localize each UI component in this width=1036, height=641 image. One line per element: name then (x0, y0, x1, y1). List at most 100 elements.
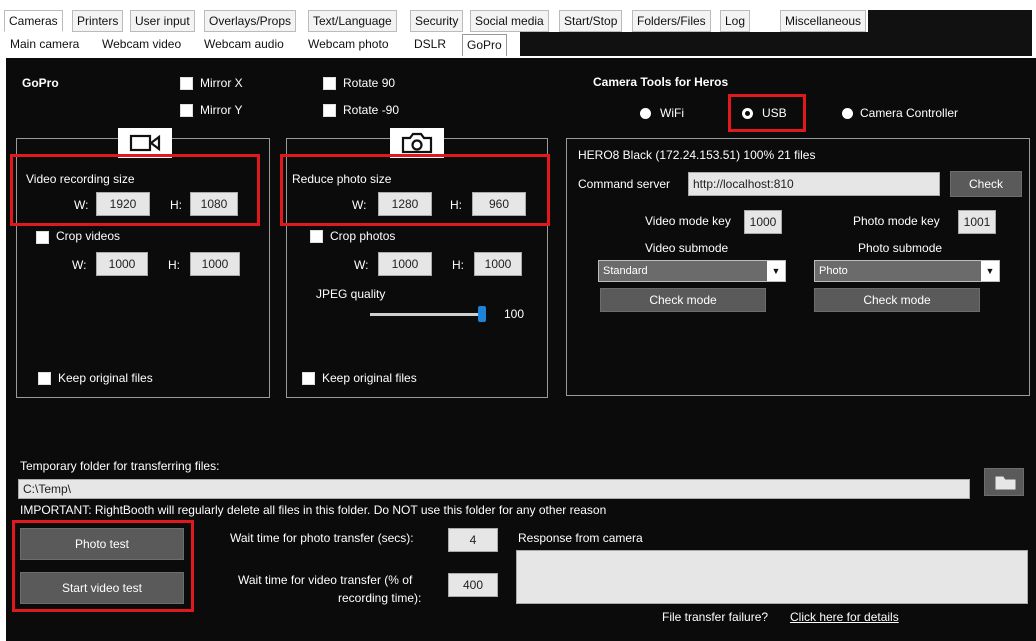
keep-video-files-label: Keep original files (58, 371, 153, 385)
wait-video-label-2: recording time): (338, 591, 422, 605)
tab-webcam-video[interactable]: Webcam video (98, 34, 186, 56)
photo-mode-key-input[interactable]: 1001 (958, 210, 996, 234)
camera-status: HERO8 Black (172.24.153.51) 100% 21 file… (578, 148, 816, 162)
rotate-minus-90-label: Rotate -90 (343, 103, 400, 117)
top-tab-bar: Cameras Printers User input Overlays/Pro… (0, 8, 1036, 32)
command-server-input[interactable]: http://localhost:810 (688, 172, 940, 196)
tab-gopro[interactable]: GoPro (462, 34, 507, 56)
jpeg-quality-label: JPEG quality (316, 287, 386, 301)
temp-folder-label: Temporary folder for transferring files: (20, 459, 220, 473)
photo-height-label: H: (450, 198, 462, 212)
video-height-input[interactable]: 1080 (190, 192, 238, 216)
tab-webcam-audio[interactable]: Webcam audio (200, 34, 288, 56)
tab-webcam-photo[interactable]: Webcam photo (304, 34, 393, 56)
wait-photo-input[interactable]: 4 (448, 528, 498, 552)
jpeg-quality-slider[interactable] (370, 313, 484, 316)
wait-video-label-1: Wait time for video transfer (% of (238, 573, 413, 587)
jpeg-quality-value: 100 (504, 307, 525, 321)
crop-photo-height-input[interactable]: 1000 (474, 252, 522, 276)
jpeg-quality-slider-thumb[interactable] (478, 306, 486, 322)
tab-text-language[interactable]: Text/Language (308, 10, 397, 32)
rotate-minus-90-checkbox[interactable] (323, 104, 336, 117)
video-height-label: H: (170, 198, 182, 212)
mirror-x-checkbox[interactable] (180, 77, 193, 90)
response-label: Response from camera (518, 531, 643, 545)
keep-photo-files-label: Keep original files (322, 371, 417, 385)
crop-videos-checkbox[interactable] (36, 231, 49, 244)
tab-bar-filler (868, 10, 1032, 32)
tab-log[interactable]: Log (720, 10, 751, 32)
response-output (516, 550, 1028, 604)
camera-tools-title: Camera Tools for Heros (593, 75, 729, 89)
photo-submode-select[interactable]: Photo ▼ (814, 260, 1000, 282)
wait-video-input[interactable]: 400 (448, 573, 498, 597)
tab-printers[interactable]: Printers (72, 10, 124, 32)
tab-folders-files[interactable]: Folders/Files (632, 10, 711, 32)
usb-label: USB (762, 106, 787, 120)
mirror-y-checkbox[interactable] (180, 104, 193, 117)
mirror-y-label: Mirror Y (200, 103, 243, 117)
video-submode-label: Video submode (645, 241, 729, 255)
keep-photo-files-checkbox[interactable] (302, 372, 315, 385)
wifi-radio[interactable] (640, 108, 651, 119)
tab-main-camera[interactable]: Main camera (6, 34, 84, 56)
tab-cameras[interactable]: Cameras (4, 10, 63, 32)
rotate-90-checkbox[interactable] (323, 77, 336, 90)
wait-photo-label: Wait time for photo transfer (secs): (230, 531, 414, 545)
tab-social-media[interactable]: Social media (470, 10, 549, 32)
photo-height-input[interactable]: 960 (472, 192, 526, 216)
photo-width-input[interactable]: 1280 (378, 192, 432, 216)
camera-controller-label: Camera Controller (860, 106, 959, 120)
rotate-90-label: Rotate 90 (343, 76, 396, 90)
photo-width-label: W: (352, 198, 367, 212)
crop-video-height-label: H: (168, 258, 180, 272)
video-check-mode-button[interactable]: Check mode (600, 288, 766, 312)
file-transfer-failure-text: File transfer failure? (662, 610, 769, 624)
photo-test-button[interactable]: Photo test (20, 528, 184, 560)
video-width-label: W: (74, 198, 89, 212)
tab-security[interactable]: Security (410, 10, 464, 32)
temp-folder-warning: IMPORTANT: RightBooth will regularly del… (20, 503, 607, 517)
click-here-for-details-link[interactable]: Click here for details (790, 610, 899, 624)
video-size-label: Video recording size (26, 172, 135, 186)
tab-user-input[interactable]: User input (130, 10, 195, 32)
check-button[interactable]: Check (950, 171, 1022, 197)
video-width-input[interactable]: 1920 (96, 192, 150, 216)
command-server-label: Command server (578, 177, 671, 191)
crop-videos-label: Crop videos (56, 229, 121, 243)
crop-photo-width-label: W: (354, 258, 369, 272)
video-mode-key-input[interactable]: 1000 (744, 210, 782, 234)
photo-submode-value: Photo (819, 265, 848, 277)
video-submode-value: Standard (603, 265, 648, 277)
video-submode-select[interactable]: Standard ▼ (598, 260, 786, 282)
crop-video-height-input[interactable]: 1000 (190, 252, 240, 276)
tab-dslr[interactable]: DSLR (410, 34, 451, 56)
wifi-label: WiFi (660, 106, 684, 120)
sub-tab-bar-filler (520, 32, 1032, 56)
tab-miscellaneous[interactable]: Miscellaneous (780, 10, 867, 32)
tab-start-stop[interactable]: Start/Stop (559, 10, 623, 32)
photo-check-mode-button[interactable]: Check mode (814, 288, 980, 312)
camera-controller-radio[interactable] (842, 108, 853, 119)
photo-mode-key-label: Photo mode key (853, 214, 940, 228)
browse-folder-button[interactable] (984, 468, 1024, 496)
chevron-down-icon: ▼ (981, 261, 999, 281)
crop-photo-width-input[interactable]: 1000 (378, 252, 432, 276)
crop-photos-checkbox[interactable] (310, 230, 323, 243)
folder-icon (995, 476, 1016, 490)
start-video-test-button[interactable]: Start video test (20, 572, 184, 604)
crop-video-width-label: W: (72, 258, 87, 272)
usb-radio[interactable] (742, 108, 753, 119)
temp-folder-input[interactable]: C:\Temp\ (18, 479, 970, 499)
tab-overlays-props[interactable]: Overlays/Props (204, 10, 297, 32)
photo-submode-label: Photo submode (858, 241, 943, 255)
crop-photos-label: Crop photos (330, 229, 396, 243)
sub-tab-bar: Main camera Webcam video Webcam audio We… (0, 32, 1036, 56)
video-mode-key-label: Video mode key (645, 214, 731, 228)
crop-photo-height-label: H: (452, 258, 464, 272)
mirror-x-label: Mirror X (200, 76, 243, 90)
photo-size-label: Reduce photo size (292, 172, 392, 186)
crop-video-width-input[interactable]: 1000 (96, 252, 148, 276)
chevron-down-icon: ▼ (767, 261, 785, 281)
keep-video-files-checkbox[interactable] (38, 372, 51, 385)
